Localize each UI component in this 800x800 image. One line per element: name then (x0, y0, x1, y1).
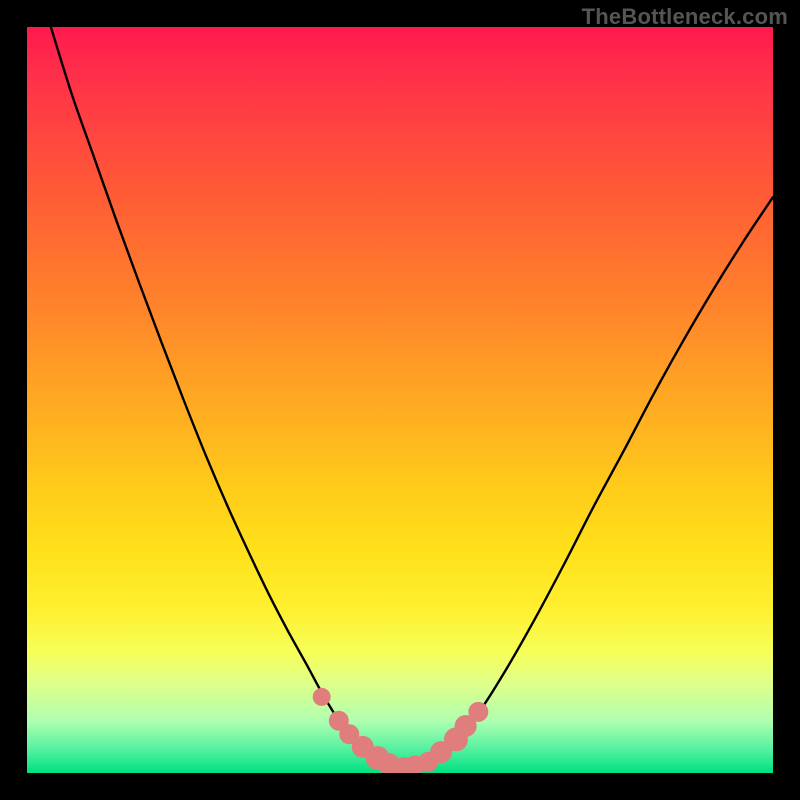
bottleneck-curve (51, 27, 773, 767)
curve-marker (468, 702, 488, 722)
marker-group (313, 688, 489, 773)
curve-marker (313, 688, 331, 706)
chart-overlay (27, 27, 773, 773)
plot-area (27, 27, 773, 773)
chart-stage: { "watermark": "TheBottleneck.com", "col… (0, 0, 800, 800)
watermark-label: TheBottleneck.com (582, 4, 788, 30)
